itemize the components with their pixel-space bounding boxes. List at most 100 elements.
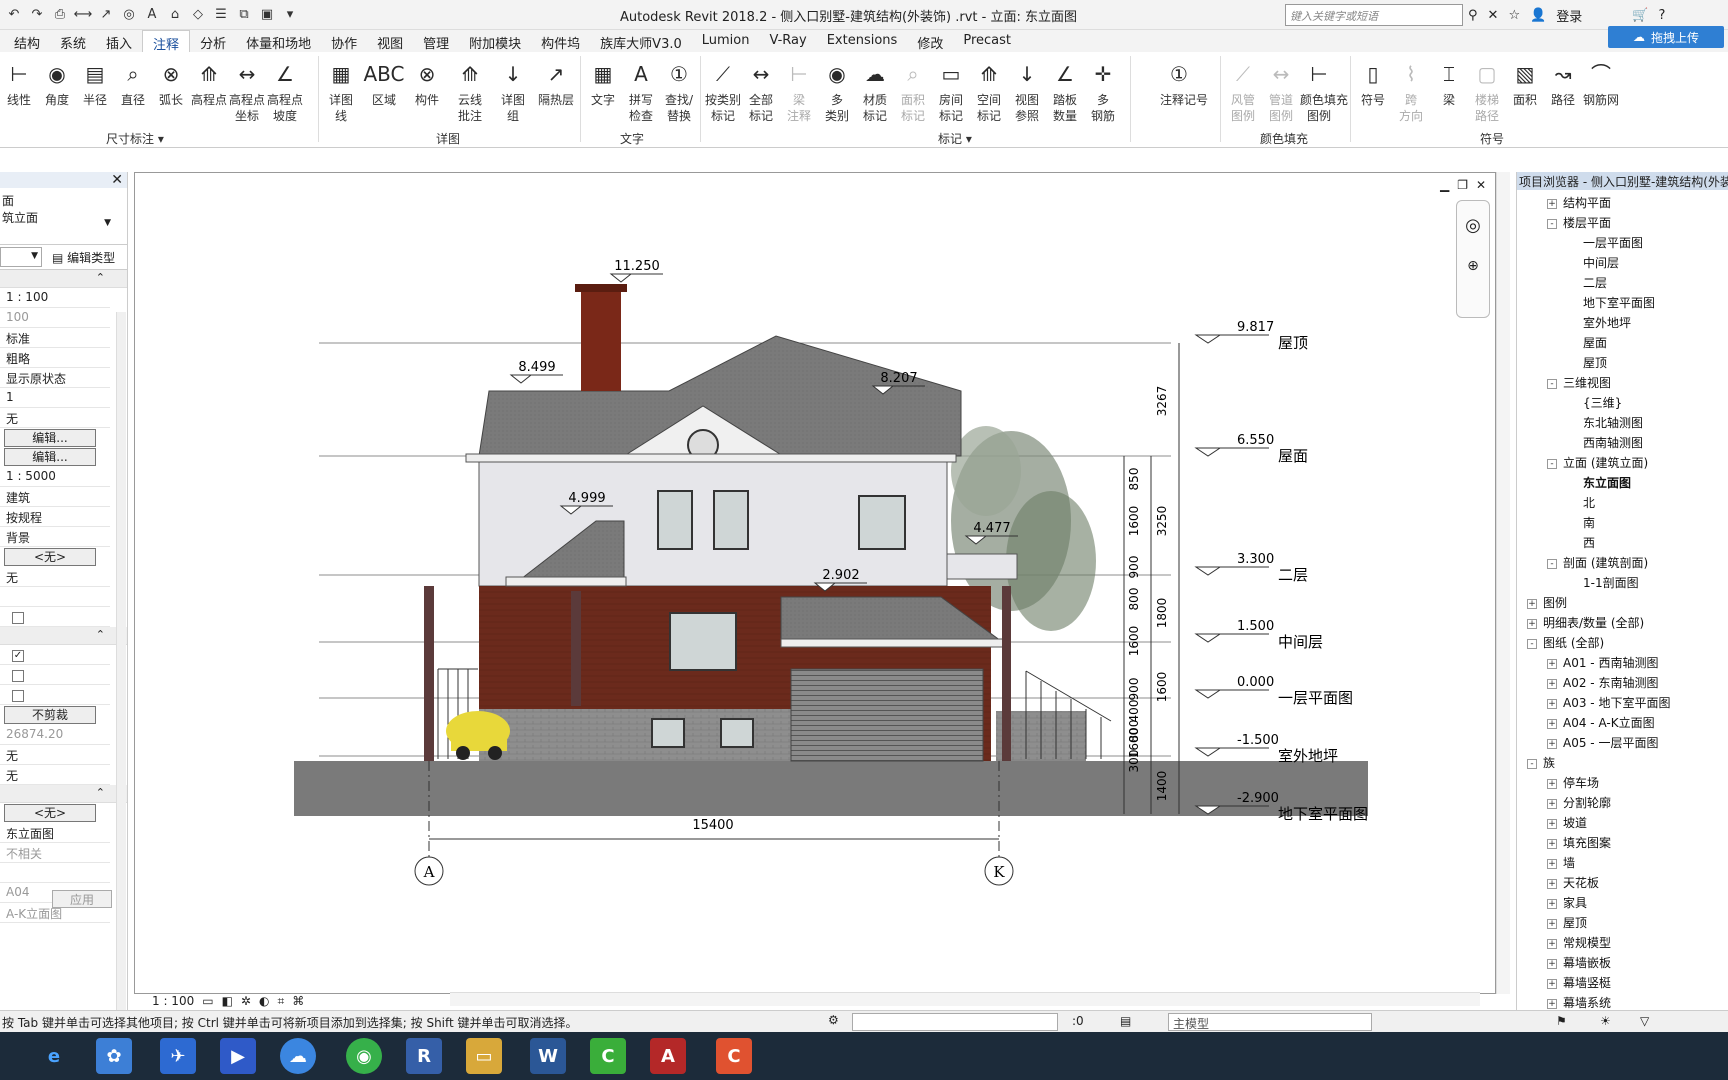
- tree-item[interactable]: 一层平面图: [1583, 234, 1643, 251]
- expand-icon[interactable]: +: [1547, 738, 1557, 749]
- thin-lines-icon[interactable]: ☰: [211, 4, 231, 24]
- crop-visible-checkbox[interactable]: [12, 670, 24, 682]
- expand-icon[interactable]: +: [1547, 878, 1557, 889]
- tree-item[interactable]: + 填充图案: [1547, 834, 1611, 851]
- text-btn-2[interactable]: ① 查找/ 替换: [660, 56, 698, 124]
- edit-type-button[interactable]: ▤ 编辑类型: [52, 249, 115, 266]
- tree-item[interactable]: + 墙: [1547, 854, 1575, 871]
- shadows-icon[interactable]: ◐: [259, 994, 269, 1008]
- tree-item[interactable]: 二层: [1583, 274, 1607, 291]
- detail-btn-1[interactable]: ABC 区域: [364, 56, 405, 108]
- tree-item[interactable]: 中间层: [1583, 254, 1619, 271]
- section-graphics[interactable]: ⌃: [0, 270, 127, 288]
- underlay-none-button[interactable]: <无>: [4, 548, 96, 566]
- symbol-btn-4[interactable]: ↝ 路径: [1544, 56, 1582, 108]
- visual-style-icon[interactable]: ◧: [222, 994, 233, 1008]
- tree-item[interactable]: + 图例: [1527, 594, 1567, 611]
- tag-btn-10[interactable]: ✛ 多 钢筋: [1084, 56, 1122, 124]
- design-option-dropdown[interactable]: 主模型: [1168, 1013, 1372, 1031]
- tree-item[interactable]: 屋面: [1583, 334, 1607, 351]
- color-btn-2[interactable]: ⊢ 颜色填充 图例: [1300, 56, 1348, 124]
- tag-btn-3[interactable]: ◉ 多 类别: [818, 56, 856, 124]
- filter-icon[interactable]: ▽: [1640, 1014, 1649, 1028]
- detail-btn-3[interactable]: ⟰ 云线 批注: [451, 56, 489, 124]
- tree-item[interactable]: + A05 - 一层平面图: [1547, 734, 1658, 751]
- dim-btn-6[interactable]: ↔ 高程点 坐标: [228, 56, 266, 124]
- dim-btn-3[interactable]: ⌕ 直径: [114, 56, 152, 108]
- login-link[interactable]: 登录: [1556, 6, 1582, 25]
- prop-value-b-1[interactable]: 建筑: [0, 487, 110, 507]
- expand-icon[interactable]: +: [1547, 998, 1557, 1009]
- subscription-icon[interactable]: ✕: [1488, 8, 1499, 23]
- expand-icon[interactable]: +: [1547, 898, 1557, 909]
- checkbox[interactable]: [12, 612, 24, 624]
- tag-icon[interactable]: ◎: [119, 4, 139, 24]
- detail-btn-5[interactable]: ↗ 隔热层: [537, 56, 575, 108]
- collapse-icon[interactable]: -: [1527, 638, 1537, 649]
- view-scale[interactable]: 1 : 100: [152, 994, 194, 1008]
- select-underlay-icon[interactable]: ☀: [1600, 1014, 1611, 1028]
- dim-btn-1[interactable]: ◉ 角度: [38, 56, 76, 108]
- keynote-btn[interactable]: ① 注释记号: [1160, 56, 1208, 108]
- prop-value-2[interactable]: 标准: [0, 328, 110, 348]
- prop-value-c-1[interactable]: 无: [0, 765, 110, 785]
- tab-1[interactable]: 系统: [50, 30, 96, 52]
- type-selector[interactable]: 面 筑立面 ▼: [0, 188, 127, 244]
- tree-item[interactable]: + 家具: [1547, 894, 1587, 911]
- tree-item[interactable]: 东北轴测图: [1583, 414, 1643, 431]
- collapse-icon[interactable]: -: [1547, 218, 1557, 229]
- far-clip-button[interactable]: 不剪裁: [4, 706, 96, 724]
- tree-item[interactable]: + 分割轮廓: [1547, 794, 1611, 811]
- crop-icon[interactable]: ⌗: [277, 994, 284, 1008]
- tree-item[interactable]: + 幕墙竖梃: [1547, 974, 1611, 991]
- instance-filter-dropdown[interactable]: ▼: [0, 247, 42, 267]
- close-view-icon[interactable]: ✕: [1476, 178, 1486, 192]
- tree-item[interactable]: - 图纸 (全部): [1527, 634, 1604, 651]
- tree-item[interactable]: - 楼层平面: [1547, 214, 1611, 231]
- revit-icon[interactable]: R: [406, 1038, 442, 1074]
- align-dimension-icon[interactable]: ↗: [96, 4, 116, 24]
- tag-btn-2[interactable]: ⊢ 梁 注释: [780, 56, 818, 124]
- prop-value-c-0[interactable]: 无: [0, 745, 110, 765]
- detail-btn-0[interactable]: ▦ 详图 线: [322, 56, 360, 124]
- autocad-icon[interactable]: A: [650, 1038, 686, 1074]
- feishu-icon[interactable]: ✈: [160, 1038, 196, 1074]
- symbol-btn-2[interactable]: ⌶ 梁: [1430, 56, 1468, 108]
- color-btn-0[interactable]: ⟋ 风管 图例: [1224, 56, 1262, 124]
- dim-btn-5[interactable]: ⟰ 高程点: [190, 56, 228, 108]
- elevation-drawing[interactable]: 9.817 屋顶 6.550 屋面 3.300 二层 1.500 中间层 0.000 一层平面图 -…: [135, 173, 1497, 995]
- collapse-icon[interactable]: -: [1547, 458, 1557, 469]
- view-template-button[interactable]: <无>: [4, 804, 96, 822]
- tag-btn-5[interactable]: ⌕ 面积 标记: [894, 56, 932, 124]
- user-icon[interactable]: 👤: [1530, 8, 1546, 23]
- tree-item[interactable]: + 坡道: [1547, 814, 1587, 831]
- dim-btn-4[interactable]: ⊗ 弧长: [152, 56, 190, 108]
- tree-item[interactable]: {三维}: [1583, 394, 1622, 411]
- expand-icon[interactable]: +: [1547, 818, 1557, 829]
- crop-view-checkbox[interactable]: ✓: [12, 650, 24, 662]
- tree-item[interactable]: 西: [1583, 534, 1595, 551]
- prop-value-1[interactable]: 100: [0, 308, 110, 328]
- tag-btn-7[interactable]: ⟰ 空间 标记: [970, 56, 1008, 124]
- tab-14[interactable]: Extensions: [817, 30, 908, 52]
- minimize-icon[interactable]: ▁: [1440, 178, 1449, 192]
- select-links-icon[interactable]: ⚑: [1556, 1014, 1567, 1028]
- close-hidden-icon[interactable]: ⧉: [234, 4, 254, 24]
- section-extents[interactable]: ⌃: [0, 627, 127, 645]
- expand-icon[interactable]: +: [1547, 198, 1557, 209]
- tree-item[interactable]: - 剖面 (建筑剖面): [1547, 554, 1648, 571]
- properties-scrollbar[interactable]: [116, 312, 126, 1012]
- cart-icon[interactable]: 🛒: [1632, 8, 1648, 23]
- text-icon[interactable]: A: [142, 4, 162, 24]
- prop-value-3[interactable]: 粗略: [0, 348, 110, 368]
- prop-value-6[interactable]: 无: [0, 408, 110, 428]
- restore-icon[interactable]: ❐: [1457, 178, 1468, 192]
- measure-icon[interactable]: ⟷: [73, 4, 93, 24]
- symbol-btn-5[interactable]: ⌒ 钢筋网: [1582, 56, 1620, 108]
- tab-11[interactable]: 族库大师V3.0: [590, 30, 692, 52]
- tag-btn-1[interactable]: ↔ 全部 标记: [742, 56, 780, 124]
- prop-value-5[interactable]: 1: [0, 388, 110, 408]
- expand-icon[interactable]: +: [1547, 838, 1557, 849]
- expand-icon[interactable]: +: [1547, 718, 1557, 729]
- browser-icon[interactable]: ◉: [346, 1038, 382, 1074]
